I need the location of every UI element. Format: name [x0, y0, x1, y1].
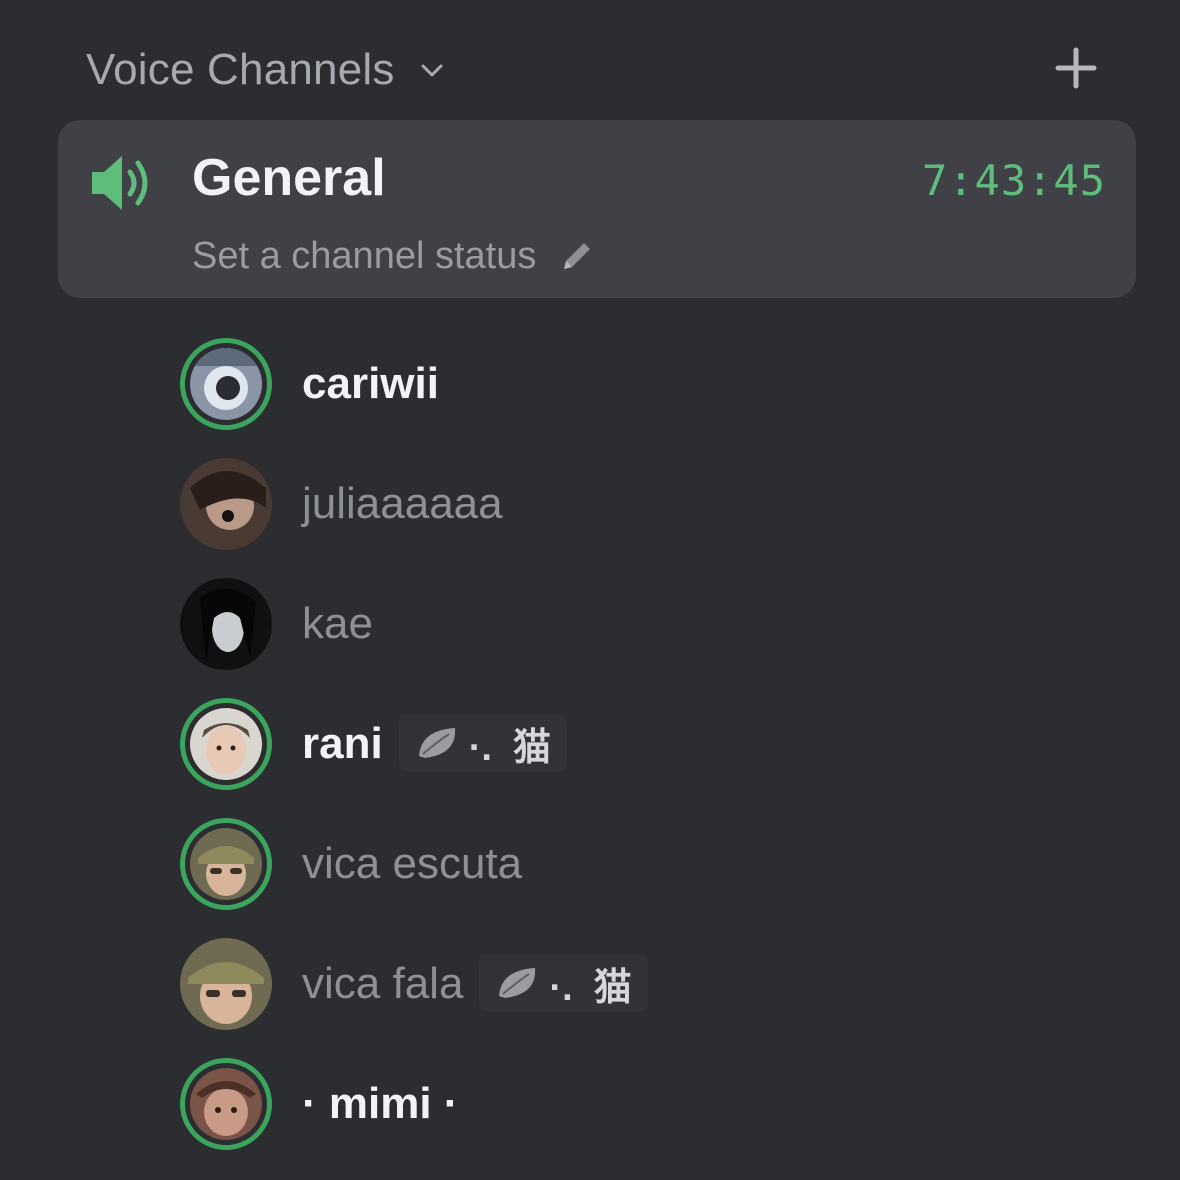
- avatar: [190, 348, 262, 420]
- member-name: vica fala: [302, 959, 464, 1008]
- avatar-frame: [180, 578, 272, 670]
- voice-member-5[interactable]: vica fala ·. 猫: [180, 938, 1140, 1058]
- leaf-icon: [415, 724, 461, 762]
- avatar: [180, 458, 272, 550]
- voice-member-1[interactable]: juliaaaaaa: [180, 458, 1140, 578]
- chevron-down-icon: [417, 55, 447, 85]
- voice-member-list: cariwii juliaaaaaa kae rani ·. 猫 vica escuta v…: [180, 338, 1140, 1178]
- avatar-frame: [180, 938, 272, 1030]
- speaking-indicator: [180, 818, 272, 910]
- voice-member-0[interactable]: cariwii: [180, 338, 1140, 458]
- avatar: [190, 708, 262, 780]
- plus-icon: [1054, 46, 1098, 95]
- avatar: [190, 1068, 262, 1140]
- category-header-voice-channels[interactable]: Voice Channels: [86, 38, 447, 102]
- create-channel-button[interactable]: [1046, 40, 1106, 100]
- voice-member-4[interactable]: vica escuta: [180, 818, 1140, 938]
- avatar: [190, 828, 262, 900]
- member-name: vica escuta: [302, 839, 523, 888]
- call-duration: 7:43:45: [921, 156, 1106, 205]
- channel-status-placeholder: Set a channel status: [192, 234, 537, 277]
- voice-member-2[interactable]: kae: [180, 578, 1140, 698]
- pencil-icon: [558, 237, 596, 275]
- voice-channel-list: Voice Channels General 7:43:45 Set a cha…: [0, 0, 1180, 1180]
- speaker-icon: [88, 150, 158, 216]
- speaking-indicator: [180, 338, 272, 430]
- channel-name: General: [192, 149, 386, 207]
- avatar-frame: [180, 458, 272, 550]
- member-name: cariwii: [302, 359, 439, 408]
- member-name: rani: [302, 719, 383, 768]
- member-name: juliaaaaaa: [302, 479, 503, 528]
- server-tag-text: ·. 猫: [468, 726, 552, 769]
- avatar: [180, 578, 272, 670]
- category-label: Voice Channels: [86, 45, 395, 94]
- avatar: [180, 938, 272, 1030]
- voice-channel-general[interactable]: General 7:43:45 Set a channel status: [58, 120, 1136, 298]
- server-tag[interactable]: ·. 猫: [479, 954, 648, 1012]
- leaf-icon: [495, 964, 541, 1002]
- voice-member-6[interactable]: · mimi ·: [180, 1058, 1140, 1178]
- server-tag-text: ·. 猫: [549, 966, 632, 1009]
- set-channel-status-button[interactable]: Set a channel status: [192, 228, 596, 284]
- voice-member-3[interactable]: rani ·. 猫: [180, 698, 1140, 818]
- server-tag[interactable]: ·. 猫: [398, 714, 568, 772]
- speaking-indicator: [180, 698, 272, 790]
- member-name: · mimi ·: [302, 1079, 459, 1128]
- speaking-indicator: [180, 1058, 272, 1150]
- member-name: kae: [302, 599, 373, 648]
